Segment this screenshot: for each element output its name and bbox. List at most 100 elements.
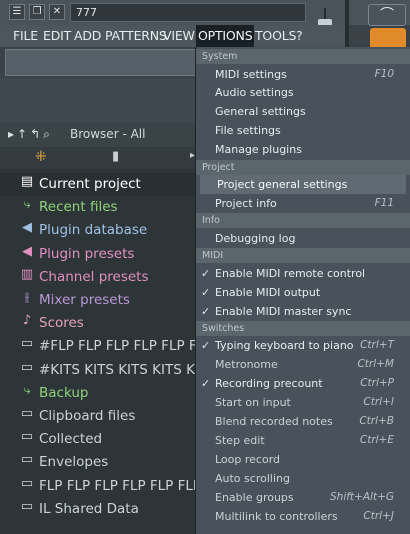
tempo-tap-button[interactable]: ⌒ xyxy=(368,4,406,26)
menu-item[interactable]: ✓ Enable MIDI remote control xyxy=(196,264,410,283)
menu-item-label: General settings xyxy=(215,105,306,119)
menu-item-label: Project info xyxy=(215,196,277,210)
checkmark-icon: ✓ xyxy=(201,304,211,318)
browser-item[interactable]: ▥ Channel presets xyxy=(0,266,196,289)
checkmark-icon: ✓ xyxy=(201,339,211,353)
browser-item[interactable]: ▭ IL Shared Data xyxy=(0,498,196,521)
menu-item[interactable]: Project info F11 xyxy=(196,194,410,213)
menu-edit[interactable]: EDIT xyxy=(43,25,71,47)
menu-add[interactable]: ADD xyxy=(74,25,101,47)
menu-item[interactable]: General settings xyxy=(196,102,410,121)
menu-file[interactable]: FILE xyxy=(13,25,38,47)
options-dropdown-menu: System MIDI settings F10 Audio settings Gene… xyxy=(196,47,410,534)
menu-section-header: Switches xyxy=(196,320,410,336)
browser-item[interactable]: ▭ #KITS KITS KITS KITS KITS xyxy=(0,359,196,382)
browser-item[interactable]: ⫲ Mixer presets xyxy=(0,289,196,312)
browser-item[interactable]: ▤ Current project xyxy=(0,173,196,196)
browser-item[interactable]: ▭ Collected xyxy=(0,428,196,451)
close-button[interactable]: ✕ xyxy=(49,4,65,20)
menu-item-shortcut: Ctrl+I xyxy=(363,396,394,409)
menu-item[interactable]: File settings xyxy=(196,121,410,140)
menu-item[interactable]: Start on input Ctrl+I xyxy=(196,393,410,412)
folder-icon: ▭ xyxy=(20,336,34,352)
speaker-icon: ◀ xyxy=(22,243,32,259)
menu-item[interactable]: Project general settings xyxy=(200,175,406,194)
browser-item-label: IL Shared Data xyxy=(39,500,139,517)
menu-options[interactable]: OPTIONS xyxy=(196,25,254,47)
main-menubar: FILE EDIT ADD PATTERNS VIEW OPTIONS TOOL… xyxy=(0,25,345,47)
menu-item-label: Enable MIDI master sync xyxy=(215,304,352,318)
menu-item[interactable]: Step edit Ctrl+E xyxy=(196,431,410,450)
browser-header: ▸↑↰⌕ Browser - All xyxy=(0,123,196,147)
menu-view[interactable]: VIEW xyxy=(163,25,195,47)
document-icon: ▤ xyxy=(20,174,34,189)
folder-icon: ▭ xyxy=(20,406,34,421)
menu-item-shortcut: Ctrl+B xyxy=(359,415,394,427)
master-pitch-slider[interactable] xyxy=(345,0,349,50)
menu-item-shortcut: F11 xyxy=(374,196,394,209)
song-title-field[interactable]: 777 xyxy=(70,3,306,22)
window-menu-button[interactable]: ☰ xyxy=(9,4,25,20)
folder-arrow-icon: ⤷ xyxy=(23,382,31,398)
browser-item[interactable]: ▭ Envelopes xyxy=(0,451,196,474)
browser-item-label: Collected xyxy=(39,431,103,448)
menu-item-label: Metronome xyxy=(215,358,278,372)
menu-item-label: Multilink to controllers xyxy=(215,509,338,523)
browser-item[interactable]: ▭ Clipboard files xyxy=(0,405,196,428)
browser-item[interactable]: ◀ Plugin database xyxy=(0,219,196,242)
file-icon[interactable]: ▮ xyxy=(112,149,119,164)
menu-section-header: Info xyxy=(196,213,410,229)
browser-item-label: Channel presets xyxy=(39,268,149,285)
menu-item[interactable]: Audio settings xyxy=(196,83,410,102)
menu-section-header: Project xyxy=(196,159,410,175)
waveform-icon[interactable]: ⁜ xyxy=(35,149,47,165)
checkmark-icon: ✓ xyxy=(201,377,211,391)
restore-button[interactable]: ❐ xyxy=(29,4,45,20)
menu-item-shortcut: Ctrl+E xyxy=(359,433,394,446)
browser-item[interactable]: ◀ Plugin presets xyxy=(0,243,196,266)
menu-item[interactable]: Auto scrolling xyxy=(196,469,410,488)
browser-item-label: Mixer presets xyxy=(39,292,130,308)
menu-item[interactable]: ✓ Recording precount Ctrl+P xyxy=(196,374,410,393)
browser-item-label: Clipboard files xyxy=(39,408,136,424)
arrow-right-icon[interactable]: ▸ xyxy=(190,150,195,161)
browser-item[interactable]: ▭ #FLP FLP FLP FLP FLP FLP FLP xyxy=(0,335,196,358)
browser-item[interactable]: ⤷ Recent files xyxy=(0,196,196,219)
browser-item-label: Envelopes xyxy=(39,454,109,471)
menu-item[interactable]: Metronome Ctrl+M xyxy=(196,355,410,374)
menu-item[interactable]: Loop record xyxy=(196,450,410,469)
browser-item-label: Current project xyxy=(39,176,141,192)
menu-item[interactable]: ✓ Enable MIDI output xyxy=(196,283,410,302)
browser-toolbar: ⁜ ▮ ▸ xyxy=(0,147,196,169)
browser-item-label: Plugin presets xyxy=(39,245,135,262)
menu-item[interactable]: Enable groups Shift+Alt+G xyxy=(196,488,410,507)
toolbar-area xyxy=(0,78,196,128)
menu-item-label: Loop record xyxy=(215,452,281,466)
browser-item[interactable]: ♪ Scores xyxy=(0,312,196,335)
menu-item[interactable]: Manage plugins xyxy=(196,140,410,159)
menu-item-shortcut: Shift+Alt+G xyxy=(330,490,394,503)
browser-nav-icons[interactable]: ▸↑↰⌕ xyxy=(8,127,53,142)
browser-item[interactable]: ▭ FLP FLP FLP FLP FLP FLP FLP xyxy=(0,475,196,498)
menu-item[interactable]: Multilink to controllers Ctrl+J xyxy=(196,507,410,526)
checkmark-icon: ✓ xyxy=(201,266,211,280)
menu-tools[interactable]: TOOLS xyxy=(255,25,296,47)
menu-item-shortcut: Ctrl+P xyxy=(360,377,394,390)
folder-icon: ▭ xyxy=(20,452,34,468)
menu-item-shortcut: Ctrl+T xyxy=(360,339,394,352)
menu-help[interactable]: ? xyxy=(296,25,303,47)
menu-item-label: Enable groups xyxy=(215,490,294,504)
menu-item-label: Typing keyboard to piano xyxy=(215,339,354,353)
browser-title[interactable]: Browser - All xyxy=(70,127,145,141)
menu-item[interactable]: ✓ Typing keyboard to piano Ctrl+T xyxy=(196,336,410,355)
mixer-icon: ⫲ xyxy=(24,290,30,305)
menu-item[interactable]: MIDI settings F10 xyxy=(196,65,410,84)
browser-item[interactable]: ⤷ Backup xyxy=(0,382,196,405)
menu-item[interactable]: ✓ Enable MIDI master sync xyxy=(196,302,410,321)
channel-icon: ▥ xyxy=(20,266,34,282)
menu-item[interactable]: Blend recorded notes Ctrl+B xyxy=(196,412,410,431)
menu-patterns[interactable]: PATTERNS xyxy=(105,25,167,47)
menu-item[interactable]: Debugging log xyxy=(196,229,410,248)
note-icon: ♪ xyxy=(22,313,32,329)
menu-item-label: File settings xyxy=(215,124,281,138)
